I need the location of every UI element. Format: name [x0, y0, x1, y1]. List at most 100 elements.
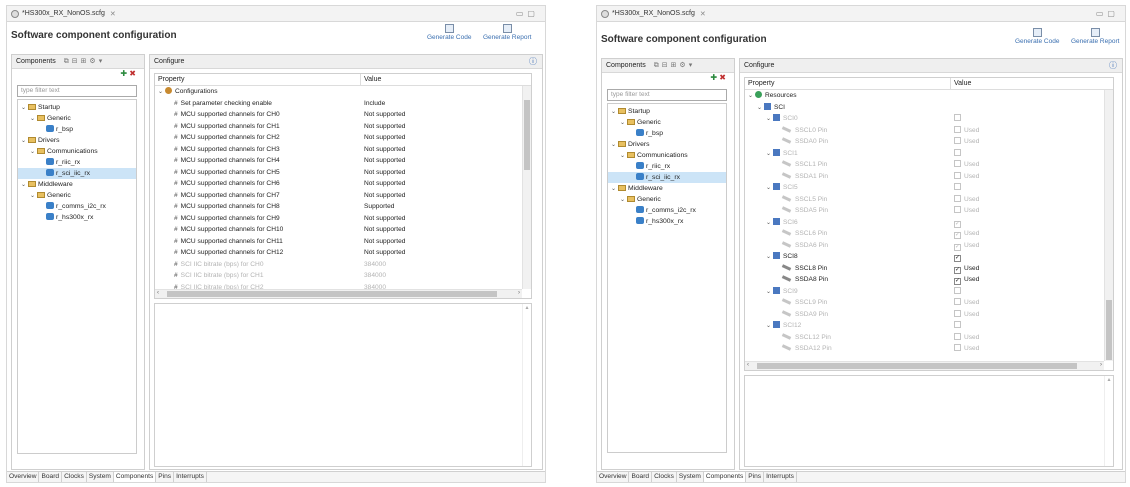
tree-item[interactable]: ⌄ Communications [608, 150, 726, 161]
property-row[interactable]: SSDA1 Pin Used [745, 171, 1113, 183]
property-row[interactable]: # SCI IIC bitrate (bps) for CH0 384000 [155, 259, 531, 271]
property-row[interactable]: ⌄ Resources [745, 90, 1113, 102]
property-value[interactable]: Not supported [364, 169, 405, 176]
property-row[interactable]: SSCL12 Pin Used [745, 332, 1113, 344]
property-row[interactable]: SSDA6 Pin ✓ Used [745, 240, 1113, 252]
property-value[interactable]: Supported [364, 203, 394, 210]
property-row[interactable]: ⌄ SCI [745, 102, 1113, 114]
tab-components[interactable]: Components [703, 472, 747, 482]
used-checkbox[interactable] [954, 332, 961, 340]
tree-item[interactable]: r_sci_iic_rx [18, 168, 136, 179]
property-row[interactable]: # MCU supported channels for CH0 Not suppo… [155, 109, 531, 121]
property-row[interactable]: SSCL5 Pin Used [745, 194, 1113, 206]
property-row[interactable]: SSDA0 Pin Used [745, 136, 1113, 148]
tree-item[interactable]: ⌄ Middleware [18, 179, 136, 190]
used-checkbox[interactable] [954, 206, 961, 213]
window-controls-icon[interactable]: ▭▢ [516, 9, 539, 18]
generate-code-button[interactable]: Generate Code [1015, 28, 1059, 45]
expand-caret-icon[interactable]: ⌄ [30, 191, 37, 202]
expand-caret-icon[interactable]: ⌄ [21, 136, 28, 147]
property-row[interactable]: # MCU supported channels for CH3 Not suppo… [155, 144, 531, 156]
property-row[interactable]: ⌄ SCI12 [745, 320, 1113, 332]
tab-system[interactable]: System [87, 472, 114, 482]
property-value[interactable]: Include [364, 100, 385, 107]
property-row[interactable]: # MCU supported channels for CH5 Not suppo… [155, 167, 531, 179]
tree-item[interactable]: ⌄ Generic [18, 113, 136, 124]
property-row[interactable]: SSCL6 Pin ✓ Used [745, 228, 1113, 240]
property-row[interactable]: SSCL9 Pin Used [745, 297, 1113, 309]
horizontal-scrollbar[interactable]: ‹ › [155, 289, 522, 298]
scroll-left-icon[interactable]: ‹ [747, 362, 749, 368]
property-row[interactable]: ⌄ SCI8 ✓ [745, 251, 1113, 263]
expand-caret-icon[interactable]: ⌄ [766, 287, 773, 298]
property-value[interactable]: Not supported [364, 180, 405, 187]
expand-caret-icon[interactable]: ⌄ [748, 91, 755, 102]
property-row[interactable]: ⌄ SCI6 ✓ [745, 217, 1113, 229]
remove-component-icon[interactable]: ✖ [719, 73, 726, 82]
tree-item[interactable]: r_riic_rx [608, 161, 726, 172]
tree-item[interactable]: r_hs300x_rx [18, 212, 136, 223]
property-row[interactable]: # SCI IIC bitrate (bps) for CH1 384000 [155, 270, 531, 282]
expand-caret-icon[interactable]: ⌄ [21, 103, 28, 114]
tab-board[interactable]: Board [39, 472, 63, 482]
tree-item[interactable]: r_riic_rx [18, 157, 136, 168]
property-row[interactable]: SSDA12 Pin Used [745, 343, 1113, 355]
tab-clocks[interactable]: Clocks [652, 472, 677, 482]
scroll-right-icon[interactable]: › [518, 290, 520, 296]
tree-item[interactable]: ⌄ Communications [18, 146, 136, 157]
expand-caret-icon[interactable]: ⌄ [158, 87, 165, 98]
tree-item[interactable]: ⌄ Drivers [18, 135, 136, 146]
property-row[interactable]: # MCU supported channels for CH12 Not supp… [155, 247, 531, 259]
expand-caret-icon[interactable]: ⌄ [30, 147, 37, 158]
add-component-icon[interactable]: ✚ [710, 73, 717, 82]
tree-item[interactable]: ⌄ Startup [18, 102, 136, 113]
property-value[interactable]: 384000 [364, 272, 386, 279]
used-checkbox[interactable] [954, 309, 961, 317]
scroll-right-icon[interactable]: › [1100, 362, 1102, 368]
used-checkbox[interactable] [954, 160, 961, 167]
property-row[interactable]: ⌄ SCI9 [745, 286, 1113, 298]
editor-tab-title[interactable]: *HS300x_RX_NonOS.scfg [22, 10, 105, 17]
expand-caret-icon[interactable]: ⌄ [766, 183, 773, 194]
window-controls-icon[interactable]: ▭▢ [1096, 9, 1119, 18]
close-tab-icon[interactable]: ✕ [700, 10, 706, 18]
expand-caret-icon[interactable]: ⌄ [766, 114, 773, 125]
property-row[interactable]: # MCU supported channels for CH11 Not supp… [155, 236, 531, 248]
used-checkbox[interactable]: ✓ [954, 278, 961, 285]
expand-caret-icon[interactable]: ⌄ [766, 321, 773, 332]
editor-tab[interactable]: *HS300x_RX_NonOS.scfg ✕ ▭▢ [597, 6, 1125, 22]
expand-caret-icon[interactable]: ⌄ [766, 149, 773, 160]
description-scrollbar[interactable]: ▴ [1104, 376, 1113, 466]
tab-overview[interactable]: Overview [597, 472, 630, 482]
used-checkbox[interactable] [954, 171, 961, 179]
property-value[interactable]: 384000 [364, 261, 386, 268]
expand-caret-icon[interactable]: ⌄ [766, 218, 773, 229]
tab-clocks[interactable]: Clocks [62, 472, 87, 482]
tree-toolbar-icons[interactable]: ⧉⊟⊞⚙▾ [64, 57, 106, 66]
tree-item[interactable]: r_hs300x_rx [608, 216, 726, 227]
horizontal-scrollbar[interactable]: ‹ › [745, 361, 1104, 370]
used-checkbox[interactable] [954, 137, 961, 144]
add-component-icon[interactable]: ✚ [120, 69, 127, 78]
expand-caret-icon[interactable]: ⌄ [766, 252, 773, 263]
generate-report-button[interactable]: Generate Report [483, 24, 531, 41]
editor-tab[interactable]: *HS300x_RX_NonOS.scfg ✕ ▭▢ [7, 6, 545, 22]
expand-caret-icon[interactable]: ⌄ [30, 114, 37, 125]
generate-report-button[interactable]: Generate Report [1071, 28, 1119, 45]
tree-item[interactable]: r_comms_i2c_rx [608, 205, 726, 216]
property-value[interactable]: Not supported [364, 238, 405, 245]
property-value[interactable]: Not supported [364, 249, 405, 256]
info-icon[interactable]: ⓘ [1109, 60, 1117, 71]
expand-caret-icon[interactable]: ⌄ [611, 184, 618, 195]
property-value[interactable]: Not supported [364, 192, 405, 199]
used-checkbox[interactable] [954, 298, 961, 305]
tab-interrupts[interactable]: Interrupts [764, 472, 797, 482]
tree-item[interactable]: ⌄ Startup [608, 106, 726, 117]
generate-code-button[interactable]: Generate Code [427, 24, 471, 41]
property-row[interactable]: ⌄ SCI1 [745, 148, 1113, 160]
tree-toolbar-icons[interactable]: ⧉⊟⊞⚙▾ [654, 61, 696, 70]
tab-system[interactable]: System [677, 472, 704, 482]
property-row[interactable]: # MCU supported channels for CH2 Not suppo… [155, 132, 531, 144]
property-row[interactable]: SSCL0 Pin Used [745, 125, 1113, 137]
property-row[interactable]: # MCU supported channels for CH9 Not suppo… [155, 213, 531, 225]
